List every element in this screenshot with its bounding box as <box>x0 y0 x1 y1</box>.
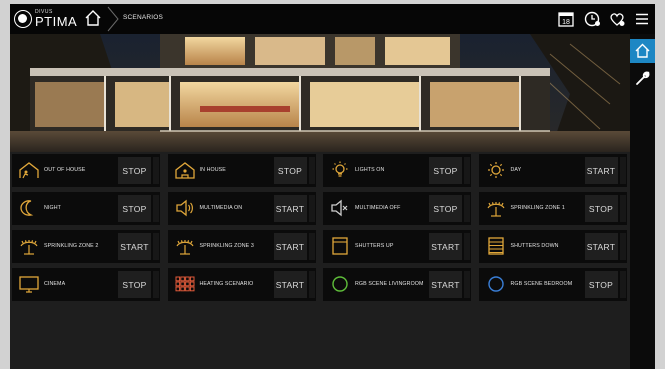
scene-handle <box>619 195 626 222</box>
house-enter-icon <box>174 162 195 179</box>
scene-tile[interactable]: MULTIMEDIA OFF STOP <box>323 192 471 225</box>
scene-label: SPRINKLING ZONE 1 <box>510 205 565 212</box>
home-icon[interactable] <box>84 9 102 27</box>
scene-label: MULTIMEDIA OFF <box>355 205 401 212</box>
scene-label: NIGHT <box>44 205 61 212</box>
scene-start-button[interactable]: START <box>429 233 462 260</box>
scene-label: RGB SCENE BEDROOM <box>510 281 573 288</box>
calendar-icon[interactable]: 18 <box>557 10 575 28</box>
scene-handle <box>308 233 315 260</box>
top-bar: DIVUS PTIMA SCENARIOS 18 <box>10 4 655 34</box>
heating-grid-icon <box>175 276 194 292</box>
scene-stop-button[interactable]: STOP <box>429 195 462 222</box>
scene-stop-button[interactable]: STOP <box>584 271 618 298</box>
scene-tile[interactable]: SHUTTERS UP START <box>323 230 471 263</box>
scene-start-button[interactable]: START <box>273 271 307 298</box>
shutter-down-icon <box>487 237 504 255</box>
scene-tile[interactable]: DAY START <box>478 154 627 187</box>
logo-o-icon <box>14 10 32 28</box>
scene-handle <box>464 195 470 222</box>
scene-start-button[interactable]: START <box>273 233 307 260</box>
clock-alarm-icon[interactable] <box>583 10 601 28</box>
scene-label: CINEMA <box>44 281 66 288</box>
scene-tile[interactable]: SHUTTERS DOWN START <box>478 230 627 263</box>
rgb-circle-icon <box>332 276 348 292</box>
breadcrumb-current: SCENARIOS <box>123 14 164 21</box>
scene-handle <box>619 233 626 260</box>
scene-start-button[interactable]: START <box>429 271 462 298</box>
scene-tile[interactable]: SPRINKLING ZONE 2 START <box>12 230 160 263</box>
sun-icon <box>487 162 504 178</box>
moon-icon <box>20 200 34 216</box>
scene-stop-button[interactable]: STOP <box>118 195 151 222</box>
logo-product: PTIMA <box>35 14 78 29</box>
home-icon <box>635 43 650 58</box>
scene-label: OUT OF HOUSE <box>44 167 86 174</box>
sidebar-settings-button[interactable] <box>630 66 655 90</box>
scene-stop-button[interactable]: STOP <box>118 271 151 298</box>
scene-handle <box>153 195 159 222</box>
right-sidebar <box>630 34 655 369</box>
speaker-on-icon <box>175 199 193 217</box>
scene-handle <box>308 195 315 222</box>
scene-tile[interactable]: SPRINKLING ZONE 1 STOP <box>478 192 627 225</box>
scene-start-button[interactable]: START <box>118 233 151 260</box>
favorites-icon[interactable] <box>608 10 626 28</box>
scene-tile[interactable]: HEATING SCENARIO START <box>167 268 316 301</box>
scene-tile[interactable]: OUT OF HOUSE STOP <box>12 154 160 187</box>
sprinkler-icon <box>175 240 194 255</box>
scene-tile[interactable]: NIGHT STOP <box>12 192 160 225</box>
scene-stop-button[interactable]: STOP <box>118 157 151 184</box>
breadcrumb-separator-icon <box>107 6 119 32</box>
scene-label: HEATING SCENARIO <box>199 281 254 288</box>
scene-handle <box>464 271 470 298</box>
scene-tile[interactable]: MULTIMEDIA ON START <box>167 192 316 225</box>
rgb-circle-icon <box>487 276 504 292</box>
shutter-up-icon <box>332 237 348 255</box>
scene-tile[interactable]: RGB SCENE BEDROOM STOP <box>478 268 627 301</box>
scene-tile[interactable]: CINEMA STOP <box>12 268 160 301</box>
speaker-off-icon <box>331 199 348 217</box>
scene-tile[interactable]: IN HOUSE STOP <box>167 154 316 187</box>
scene-handle <box>153 271 159 298</box>
svg-text:18: 18 <box>562 19 570 26</box>
scene-start-button[interactable]: START <box>584 157 618 184</box>
scene-handle <box>619 271 626 298</box>
scene-tile[interactable]: RGB SCENE LIVINGROOM START <box>323 268 471 301</box>
scene-handle <box>153 157 159 184</box>
scene-tile[interactable]: LIGHTS ON STOP <box>323 154 471 187</box>
scene-label: SPRINKLING ZONE 3 <box>199 243 254 250</box>
wrench-icon <box>636 71 650 85</box>
divus-optima-logo: DIVUS PTIMA <box>14 10 77 28</box>
scene-label: SHUTTERS DOWN <box>510 243 559 250</box>
house-leave-icon <box>19 162 39 179</box>
sidebar-home-button[interactable] <box>630 39 655 63</box>
house-photo <box>10 34 630 152</box>
scene-start-button[interactable]: START <box>584 233 618 260</box>
scene-handle <box>153 233 159 260</box>
scene-label: DAY <box>510 167 522 174</box>
scene-label: SPRINKLING ZONE 2 <box>44 243 99 250</box>
sprinkler-icon <box>20 240 38 255</box>
scene-label: SHUTTERS UP <box>355 243 394 250</box>
scene-label: LIGHTS ON <box>355 167 385 174</box>
scene-stop-button[interactable]: STOP <box>584 195 618 222</box>
scene-label: MULTIMEDIA ON <box>199 205 243 212</box>
scene-tile[interactable]: SPRINKLING ZONE 3 START <box>167 230 316 263</box>
scene-label: RGB SCENE LIVINGROOM <box>355 281 424 288</box>
app-screen: DIVUS PTIMA SCENARIOS 18 OUT OF HOUSE ST… <box>10 4 655 369</box>
scene-stop-button[interactable]: STOP <box>273 157 307 184</box>
scene-handle <box>308 271 315 298</box>
tv-icon <box>19 276 39 293</box>
scene-start-button[interactable]: START <box>273 195 307 222</box>
scene-handle <box>308 157 315 184</box>
scene-handle <box>619 157 626 184</box>
menu-icon[interactable] <box>633 10 651 28</box>
light-bulb-icon <box>332 161 348 177</box>
scene-stop-button[interactable]: STOP <box>429 157 462 184</box>
sprinkler-icon <box>486 202 505 217</box>
scene-label: IN HOUSE <box>199 167 226 174</box>
scene-handle <box>464 233 470 260</box>
scene-handle <box>464 157 470 184</box>
